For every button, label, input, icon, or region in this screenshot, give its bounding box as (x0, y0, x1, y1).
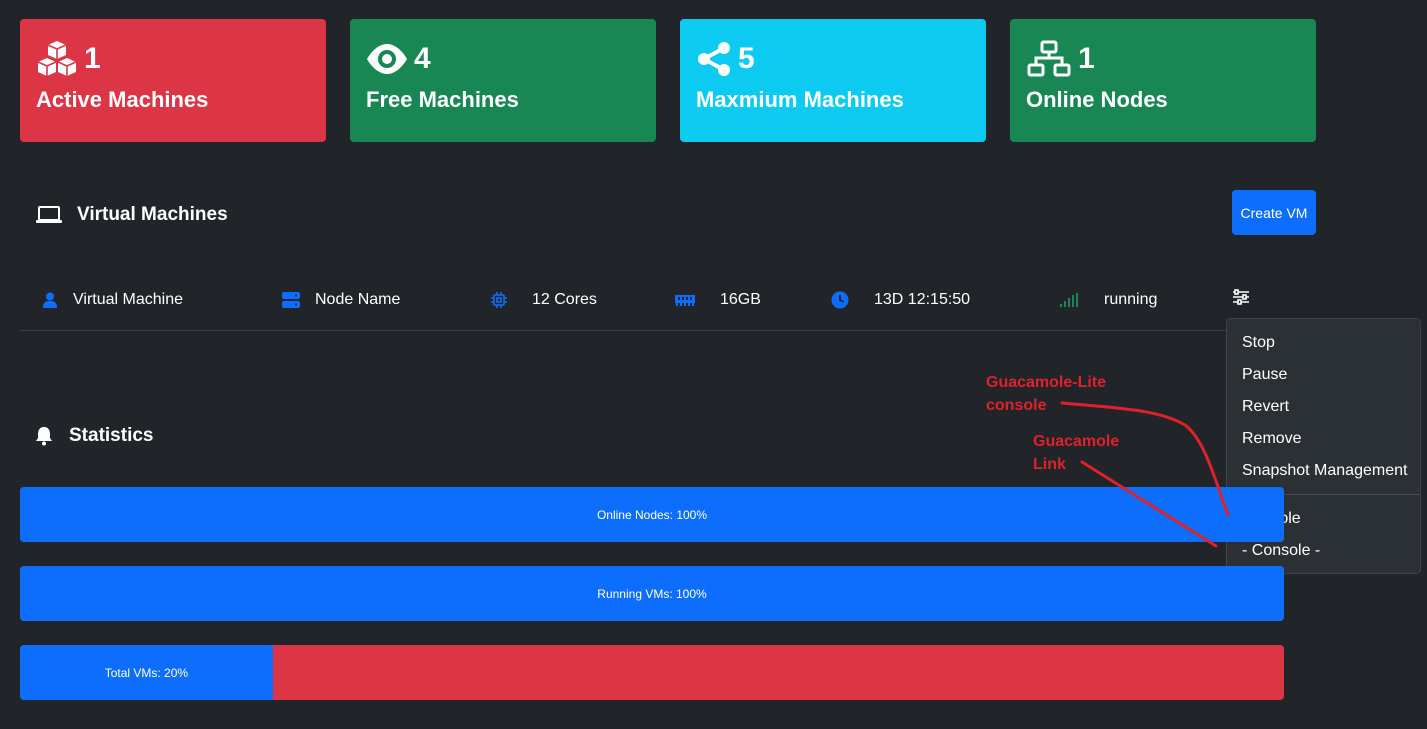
online-nodes-progress: Online Nodes: 100% (20, 487, 1284, 542)
card-free-machines: 4 Free Machines (350, 19, 656, 142)
active-machines-label: Active Machines (36, 87, 209, 112)
card-active-machines: 1 Active Machines (20, 19, 326, 142)
signal-icon (1059, 290, 1079, 310)
vm-name-cell: Virtual Machine (40, 290, 183, 310)
clock-icon (830, 290, 850, 310)
vm-name: Virtual Machine (73, 291, 183, 308)
vm-row[interactable]: Virtual Machine Node Name 12 Cores 16GB … (20, 268, 1284, 331)
vm-status-cell: running (1059, 290, 1157, 310)
menu-item-remove[interactable]: Remove (1227, 423, 1420, 455)
create-vm-button[interactable]: Create VM (1232, 190, 1316, 235)
vm-node-name: Node Name (315, 291, 401, 308)
online-nodes-progress-fill: Online Nodes: 100% (20, 487, 1284, 542)
eye-icon (366, 42, 408, 76)
server-icon (281, 290, 301, 310)
virtual-machines-title: Virtual Machines (77, 204, 228, 225)
vm-cores-cell: 12 Cores (489, 290, 597, 310)
bell-icon (35, 426, 53, 446)
user-icon (40, 290, 60, 310)
free-machines-label: Free Machines (366, 87, 519, 112)
cpu-icon (489, 290, 509, 310)
virtual-machines-heading: Virtual Machines (36, 204, 228, 226)
annotation-guacamole-lite-line2: console (986, 397, 1047, 414)
vm-cores: 12 Cores (532, 291, 597, 308)
vm-uptime-cell: 13D 12:15:50 (830, 290, 970, 310)
statistics-heading: Statistics (35, 425, 153, 447)
online-nodes-label: Online Nodes (1026, 87, 1168, 112)
menu-item-stop[interactable]: Stop (1227, 327, 1420, 359)
vm-uptime: 13D 12:15:50 (874, 291, 971, 308)
online-nodes-count: 1 (1078, 42, 1095, 75)
memory-icon (675, 290, 695, 310)
menu-item-revert[interactable]: Revert (1227, 391, 1420, 423)
maximum-machines-count: 5 (738, 42, 755, 75)
statistics-title: Statistics (69, 425, 154, 446)
cubes-icon (36, 40, 78, 78)
sliders-icon (1232, 288, 1250, 310)
annotation-guacamole-lite-line1: Guacamole-Lite (986, 374, 1107, 391)
active-machines-count: 1 (84, 42, 101, 75)
total-vms-progress-label: Total VMs: 20% (104, 665, 189, 680)
running-vms-progress: Running VMs: 100% (20, 566, 1284, 621)
vm-memory: 16GB (720, 291, 761, 308)
card-maximum-machines: 5 Maxmium Machines (680, 19, 986, 142)
free-machines-count: 4 (414, 42, 431, 75)
menu-item-pause[interactable]: Pause (1227, 359, 1420, 391)
vm-memory-cell: 16GB (675, 290, 761, 310)
total-vms-progress: Total VMs: 20% (20, 645, 1284, 700)
vm-settings-button[interactable] (1230, 288, 1252, 310)
online-nodes-progress-label: Online Nodes: 100% (596, 507, 708, 522)
annotation-guacamole-link: Guacamole Link (1033, 430, 1119, 476)
vm-status: running (1104, 291, 1158, 308)
maximum-machines-label: Maxmium Machines (696, 87, 904, 112)
card-online-nodes: 1 Online Nodes (1010, 19, 1316, 142)
running-vms-progress-label: Running VMs: 100% (597, 586, 707, 601)
network-icon (1026, 40, 1072, 78)
annotation-guacamole-link-line1: Guacamole (1033, 433, 1120, 450)
laptop-icon (36, 205, 62, 225)
menu-item-snapshot-management[interactable]: Snapshot Management (1227, 455, 1420, 487)
vm-node-cell: Node Name (281, 290, 400, 310)
annotation-guacamole-link-line2: Link (1033, 456, 1066, 473)
running-vms-progress-fill: Running VMs: 100% (20, 566, 1284, 621)
annotation-guacamole-lite: Guacamole-Lite console (986, 371, 1106, 417)
share-nodes-icon (696, 41, 732, 77)
total-vms-progress-fill: Total VMs: 20% (20, 645, 273, 700)
